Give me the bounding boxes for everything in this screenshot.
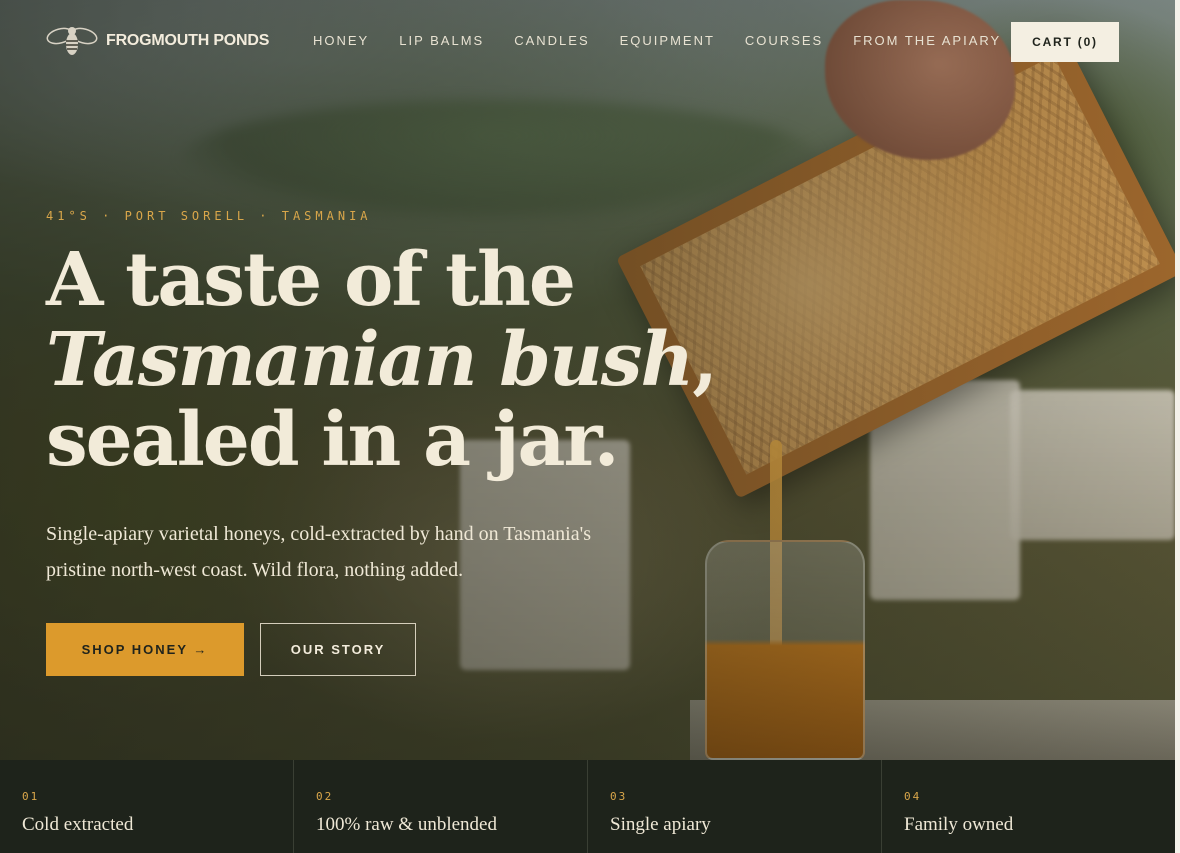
cart-button[interactable]: CART (0)	[1011, 22, 1119, 62]
headline-part1: A taste of the	[46, 237, 576, 323]
hero-headline: A taste of the Tasmanian bush, sealed in…	[46, 240, 946, 480]
brand-logo[interactable]: FROGMOUTH PONDS	[46, 24, 269, 58]
feature-item: 01 Cold extracted	[0, 760, 294, 853]
feature-title: Single apiary	[610, 814, 711, 835]
page-edge	[1175, 0, 1180, 853]
nav-equipment[interactable]: EQUIPMENT	[620, 33, 715, 48]
feature-number: 02	[316, 790, 334, 803]
hero-subtext: Single-apiary varietal honeys, cold-extr…	[46, 523, 591, 581]
headline-italic: Tasmanian bush	[46, 317, 694, 403]
our-story-button[interactable]: OUR STORY	[260, 623, 416, 676]
main-menu: HONEY LIP BALMS CANDLES EQUIPMENT COURSE…	[313, 33, 1001, 48]
nav-lip-balms[interactable]: LIP BALMS	[399, 33, 484, 48]
nav-courses[interactable]: COURSES	[745, 33, 823, 48]
feature-number: 04	[904, 790, 922, 803]
brand-name: FROGMOUTH PONDS	[106, 32, 270, 49]
shop-honey-button[interactable]: SHOP HONEY →	[46, 623, 244, 676]
nav-from-the-apiary[interactable]: FROM THE APIARY	[853, 33, 1001, 48]
feature-item: 03 Single apiary	[588, 760, 882, 853]
feature-title: Cold extracted	[22, 814, 134, 835]
feature-number: 01	[22, 790, 40, 803]
top-navigation: FROGMOUTH PONDS HONEY LIP BALMS CANDLES …	[0, 0, 1175, 84]
feature-number: 03	[610, 790, 628, 803]
hero-eyebrow: 41°S · PORT SORELL · TASMANIA	[46, 209, 372, 223]
bee-icon	[46, 27, 98, 55]
feature-title: 100% raw & unblended	[316, 814, 497, 835]
feature-item: 04 Family owned	[882, 760, 1175, 853]
features-strip: 01 Cold extracted 02 100% raw & unblende…	[0, 760, 1175, 853]
nav-candles[interactable]: CANDLES	[514, 33, 589, 48]
nav-honey[interactable]: HONEY	[313, 33, 369, 48]
feature-title: Family owned	[904, 814, 1014, 835]
feature-item: 02 100% raw & unblended	[294, 760, 588, 853]
